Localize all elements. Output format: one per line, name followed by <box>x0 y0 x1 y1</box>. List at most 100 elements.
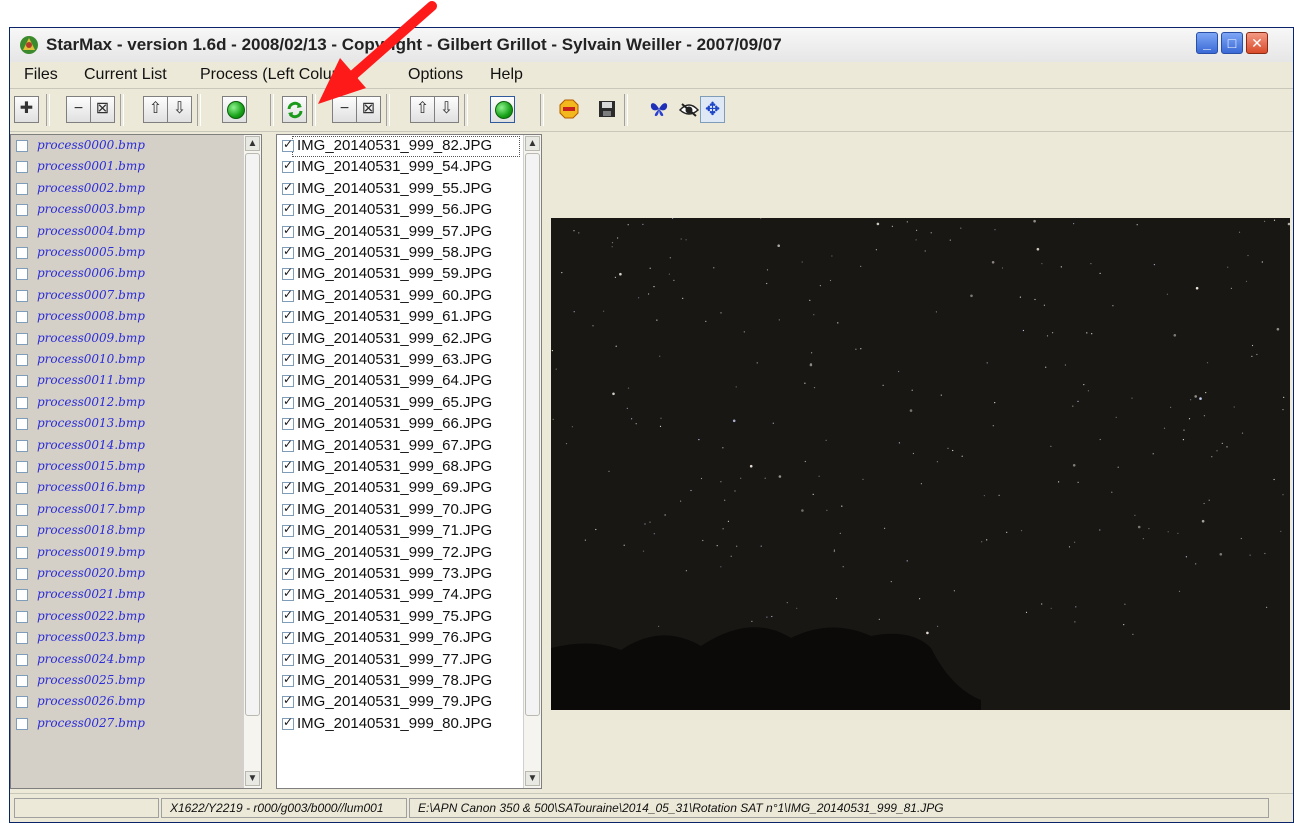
list-item[interactable]: IMG_20140531_999_68.JPG <box>277 458 541 477</box>
list-item[interactable]: process0026.bmp <box>11 693 261 712</box>
go-left-button[interactable] <box>222 96 247 123</box>
list-item[interactable]: IMG_20140531_999_70.JPG <box>277 501 541 520</box>
item-checkbox[interactable] <box>16 375 28 388</box>
item-checkbox[interactable] <box>16 396 28 409</box>
item-checkbox[interactable] <box>282 244 294 259</box>
item-checkbox[interactable] <box>16 289 28 302</box>
list-item[interactable]: IMG_20140531_999_75.JPG <box>277 608 541 627</box>
item-checkbox[interactable] <box>282 479 294 495</box>
list-item[interactable]: IMG_20140531_999_69.JPG <box>277 479 541 498</box>
list-item[interactable]: process0020.bmp <box>11 565 261 584</box>
item-checkbox[interactable] <box>16 589 28 602</box>
scroll-up-arrow-icon[interactable]: ▲ <box>525 136 540 151</box>
list-item[interactable]: IMG_20140531_999_82.JPG <box>282 136 520 157</box>
item-checkbox[interactable] <box>16 354 28 366</box>
item-checkbox[interactable] <box>282 522 294 538</box>
item-checkbox[interactable] <box>16 717 28 730</box>
list-item[interactable]: IMG_20140531_999_72.JPG <box>277 544 541 563</box>
list-item[interactable]: IMG_20140531_999_80.JPG <box>277 715 541 734</box>
item-checkbox[interactable] <box>282 586 294 602</box>
menu-files[interactable]: Files <box>24 66 58 84</box>
item-checkbox[interactable] <box>282 672 294 687</box>
item-checkbox[interactable] <box>282 351 294 366</box>
move-down-left-button[interactable]: ⇩ <box>167 96 192 123</box>
middle-file-list[interactable]: IMG_20140531_999_82.JPG IMG_20140531_999_… <box>276 134 542 789</box>
list-item[interactable]: process0003.bmp <box>11 201 261 220</box>
list-item[interactable]: process0002.bmp <box>11 180 261 199</box>
list-item[interactable]: IMG_20140531_999_79.JPG <box>277 693 541 712</box>
list-item[interactable]: IMG_20140531_999_67.JPG <box>277 437 541 456</box>
list-item[interactable]: process0014.bmp <box>11 437 261 456</box>
item-checkbox[interactable] <box>16 632 28 645</box>
item-checkbox[interactable] <box>16 225 28 238</box>
remove-left-button[interactable]: − <box>66 96 91 123</box>
list-item[interactable]: process0024.bmp <box>11 651 261 670</box>
list-item[interactable]: IMG_20140531_999_64.JPG <box>277 372 541 391</box>
list-item[interactable]: process0019.bmp <box>11 544 261 563</box>
butterfly-button[interactable] <box>646 96 671 123</box>
item-checkbox[interactable] <box>282 437 294 452</box>
stop-button[interactable] <box>556 96 581 123</box>
item-checkbox[interactable] <box>282 629 294 645</box>
item-checkbox[interactable] <box>282 372 294 388</box>
list-item[interactable]: process0005.bmp <box>11 244 261 263</box>
item-checkbox[interactable] <box>16 418 28 431</box>
save-button[interactable] <box>594 96 619 123</box>
list-item[interactable]: IMG_20140531_999_54.JPG <box>277 158 541 177</box>
list-item[interactable]: IMG_20140531_999_57.JPG <box>277 223 541 242</box>
item-checkbox[interactable] <box>282 137 294 152</box>
list-item[interactable]: IMG_20140531_999_76.JPG <box>277 629 541 648</box>
list-item[interactable]: IMG_20140531_999_56.JPG <box>277 201 541 220</box>
move-button[interactable]: ✥ <box>700 96 725 123</box>
item-checkbox[interactable] <box>282 544 294 559</box>
middle-scroll-thumb[interactable] <box>525 153 540 716</box>
item-checkbox[interactable] <box>282 265 294 281</box>
item-checkbox[interactable] <box>282 158 294 174</box>
add-left-button[interactable]: ✚ <box>14 96 39 123</box>
go-mid-button[interactable] <box>490 96 515 123</box>
item-checkbox[interactable] <box>282 330 294 345</box>
minimize-button[interactable]: _ <box>1196 32 1218 54</box>
item-checkbox[interactable] <box>16 204 28 217</box>
list-item[interactable]: process0012.bmp <box>11 394 261 413</box>
item-checkbox[interactable] <box>282 201 294 217</box>
menu-help[interactable]: Help <box>490 66 523 84</box>
list-item[interactable]: IMG_20140531_999_73.JPG <box>277 565 541 584</box>
list-item[interactable]: IMG_20140531_999_65.JPG <box>277 394 541 413</box>
item-checkbox[interactable] <box>16 675 28 687</box>
list-item[interactable]: IMG_20140531_999_77.JPG <box>277 651 541 670</box>
list-item[interactable]: IMG_20140531_999_58.JPG <box>277 244 541 263</box>
list-item[interactable]: process0027.bmp <box>11 715 261 734</box>
item-checkbox[interactable] <box>16 268 28 281</box>
scroll-down-arrow-icon[interactable]: ▼ <box>525 771 540 786</box>
list-item[interactable]: process0006.bmp <box>11 265 261 284</box>
list-item[interactable]: IMG_20140531_999_66.JPG <box>277 415 541 434</box>
left-scrollbar[interactable]: ▲ ▼ <box>243 135 261 788</box>
list-item[interactable]: process0010.bmp <box>11 351 261 370</box>
item-checkbox[interactable] <box>16 161 28 174</box>
item-checkbox[interactable] <box>16 461 28 473</box>
item-checkbox[interactable] <box>16 311 28 324</box>
item-checkbox[interactable] <box>282 608 294 623</box>
item-checkbox[interactable] <box>282 394 294 409</box>
list-item[interactable]: process0023.bmp <box>11 629 261 648</box>
item-checkbox[interactable] <box>282 308 294 324</box>
list-item[interactable]: process0004.bmp <box>11 223 261 242</box>
list-item[interactable]: process0017.bmp <box>11 501 261 520</box>
item-checkbox[interactable] <box>16 140 28 152</box>
item-checkbox[interactable] <box>16 568 28 580</box>
item-checkbox[interactable] <box>16 653 28 666</box>
item-checkbox[interactable] <box>16 182 28 195</box>
item-checkbox[interactable] <box>282 715 294 730</box>
eye-button[interactable] <box>676 96 701 123</box>
left-scroll-thumb[interactable] <box>245 153 260 716</box>
list-item[interactable]: process0008.bmp <box>11 308 261 327</box>
list-item[interactable]: process0013.bmp <box>11 415 261 434</box>
item-checkbox[interactable] <box>282 287 294 302</box>
item-checkbox[interactable] <box>16 525 28 538</box>
list-item[interactable]: process0009.bmp <box>11 330 261 349</box>
item-checkbox[interactable] <box>16 546 28 559</box>
item-checkbox[interactable] <box>16 482 28 495</box>
item-checkbox[interactable] <box>282 693 294 709</box>
item-checkbox[interactable] <box>282 180 294 195</box>
